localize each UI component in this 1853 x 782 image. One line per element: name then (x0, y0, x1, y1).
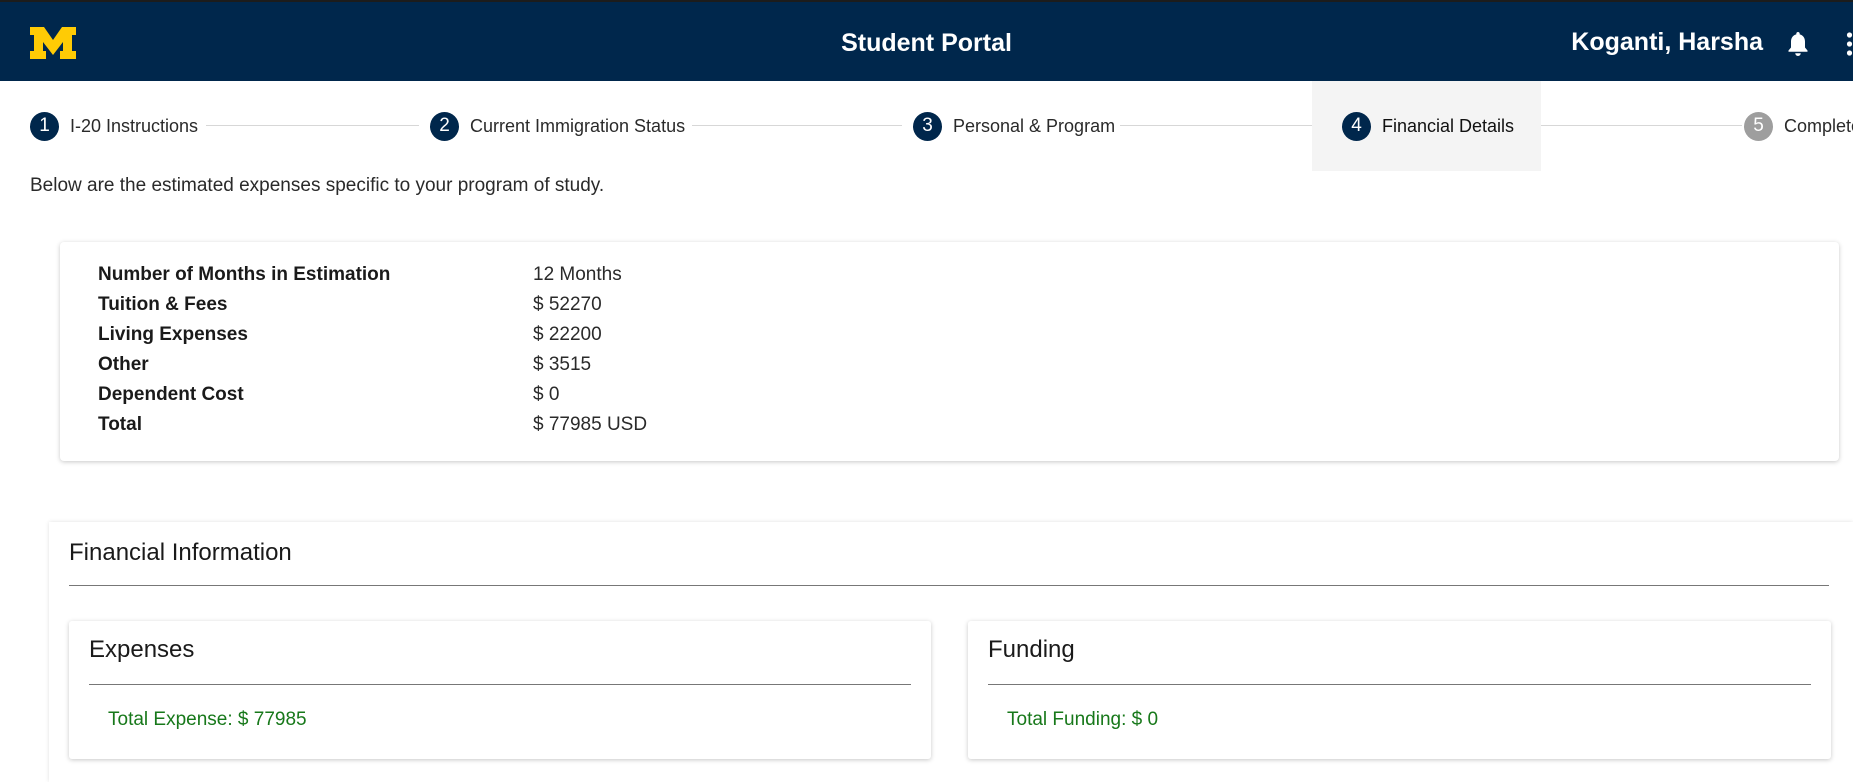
estimate-value: $ 0 (533, 384, 560, 405)
progress-stepper: 1 I-20 Instructions 2 Current Immigratio… (0, 81, 1853, 171)
estimate-label: Living Expenses (98, 324, 248, 345)
estimate-label: Dependent Cost (98, 384, 244, 405)
step-label: Complete (1784, 115, 1853, 136)
section-title: Financial Information (69, 539, 292, 566)
step-current-immigration-status[interactable]: 2 Current Immigration Status (430, 81, 685, 171)
step-personal-program[interactable]: 3 Personal & Program (913, 81, 1115, 171)
section-divider (69, 585, 1829, 586)
card-divider (988, 684, 1811, 685)
step-complete[interactable]: 5 Complete (1744, 81, 1853, 171)
funding-title: Funding (988, 636, 1075, 663)
step-connector (1120, 125, 1332, 126)
expenses-card: Expenses Total Expense: $ 77985 (69, 621, 931, 759)
total-expense: Total Expense: $ 77985 (108, 709, 307, 730)
step-connector (692, 125, 902, 126)
user-name[interactable]: Koganti, Harsha (1571, 28, 1763, 57)
estimated-expenses-card: Number of Months in Estimation 12 Months… (60, 242, 1839, 461)
estimate-value: $ 22200 (533, 324, 602, 345)
step-connector (206, 125, 419, 126)
estimate-label: Total (98, 414, 142, 435)
step-i20-instructions[interactable]: 1 I-20 Instructions (30, 81, 198, 171)
estimate-label: Tuition & Fees (98, 294, 228, 315)
estimate-label: Other (98, 354, 149, 375)
step-number: 1 (30, 111, 59, 141)
estimate-value: $ 52270 (533, 294, 602, 315)
estimate-value: $ 77985 USD (533, 414, 648, 435)
step-number: 5 (1744, 111, 1773, 141)
step-label: Current Immigration Status (470, 115, 686, 136)
step-label: I-20 Instructions (70, 115, 199, 136)
bell-icon[interactable] (1786, 31, 1810, 57)
expenses-title: Expenses (89, 636, 195, 663)
step-number: 2 (430, 111, 459, 141)
step-connector (1526, 125, 1742, 126)
intro-text: Below are the estimated expenses specifi… (30, 175, 605, 196)
step-number: 3 (913, 111, 942, 141)
financial-information-section: Financial Information Expenses Total Exp… (49, 522, 1853, 782)
more-vert-icon[interactable] (1846, 32, 1853, 56)
total-funding: Total Funding: $ 0 (1007, 709, 1159, 730)
step-financial-details[interactable]: 4 Financial Details (1312, 81, 1541, 171)
top-app-bar: Student Portal Koganti, Harsha (0, 0, 1853, 81)
estimate-label: Number of Months in Estimation (98, 264, 391, 285)
funding-card: Funding Total Funding: $ 0 (968, 621, 1831, 759)
step-label: Personal & Program (953, 115, 1116, 136)
step-label: Financial Details (1382, 115, 1515, 136)
step-number: 4 (1342, 111, 1371, 141)
estimate-value: $ 3515 (533, 354, 592, 375)
estimate-value: 12 Months (533, 264, 622, 285)
card-divider (89, 684, 911, 685)
